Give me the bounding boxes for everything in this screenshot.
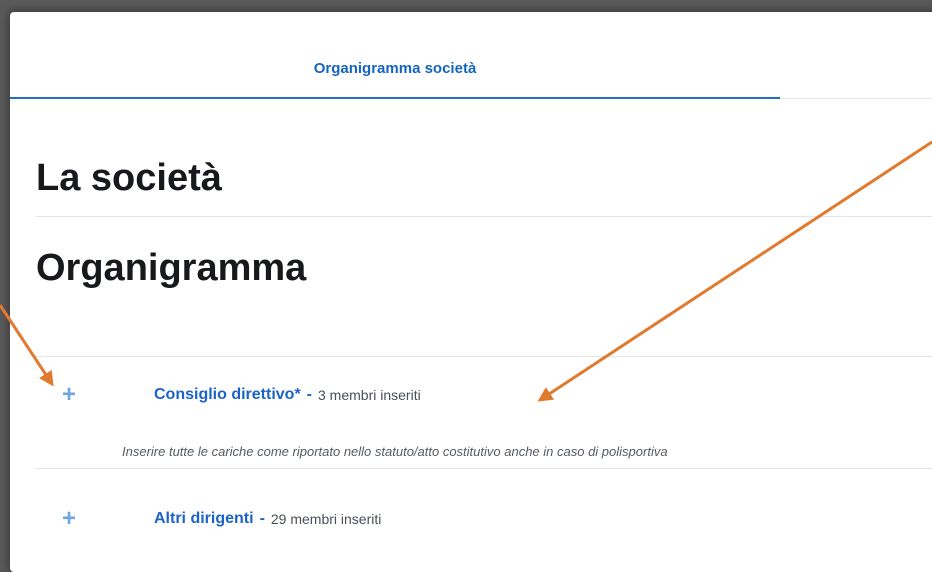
section-title: Organigramma [36,247,307,289]
separator: - [259,510,265,527]
divider [36,216,932,217]
plus-icon[interactable]: + [62,507,102,531]
member-count: 29 membri inseriti [270,511,382,527]
divider [36,356,932,357]
tab-organigramma-societa[interactable]: Organigramma società [10,60,780,99]
accordion-altri-dirigenti[interactable]: + Altri dirigenti - 29 membri inseriti [36,505,932,533]
accordion-title[interactable]: Consiglio direttivo* [154,386,301,404]
page-title: La società [36,157,222,199]
accordion-hint: Inserire tutte le cariche come riportato… [122,444,668,459]
member-count: 3 membri inseriti [318,387,421,403]
tab-bar: Organigramma società [10,12,932,99]
separator: - [306,386,312,403]
plus-icon[interactable]: + [62,383,102,407]
accordion-title[interactable]: Altri dirigenti [154,510,254,528]
divider [36,468,932,469]
accordion-consiglio-direttivo[interactable]: + Consiglio direttivo* - 3 membri inseri… [36,381,932,409]
content-panel: Organigramma società La società Organigr… [10,12,932,572]
